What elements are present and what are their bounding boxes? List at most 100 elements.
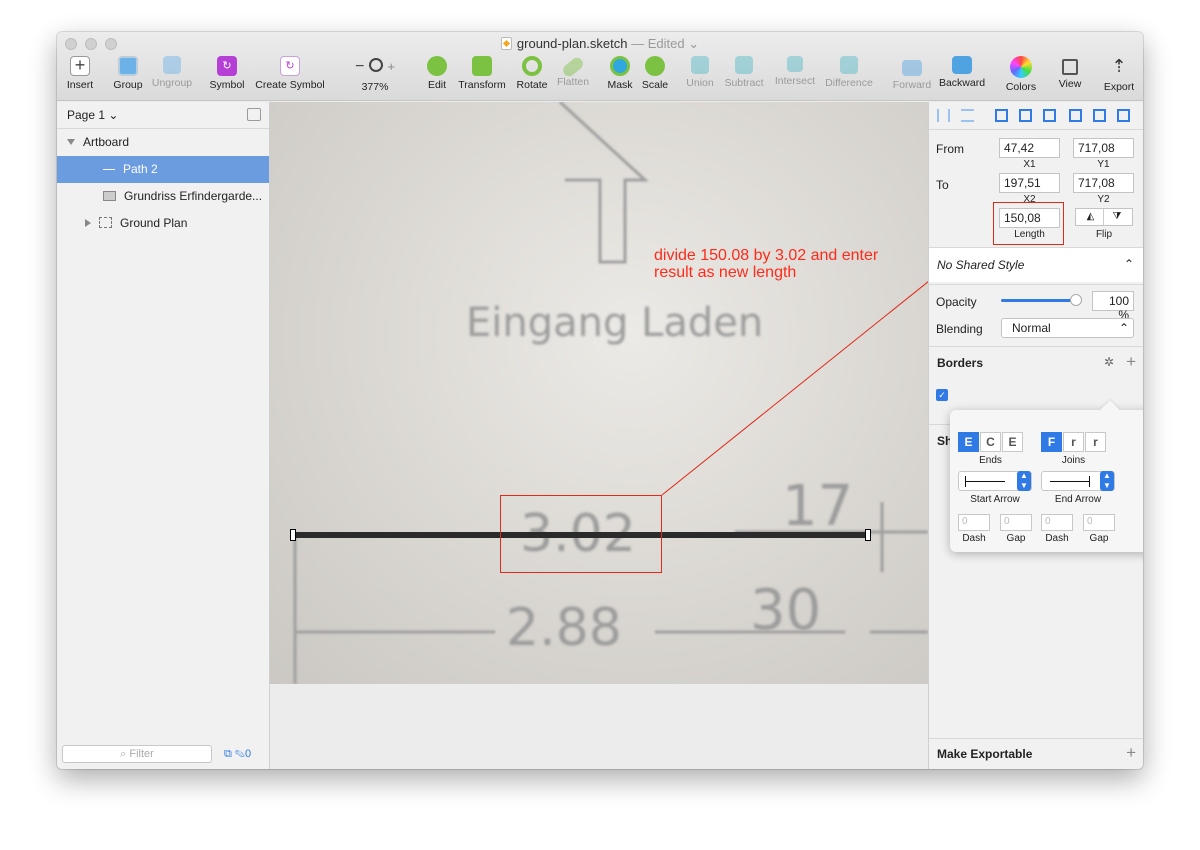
mask-icon: [610, 56, 630, 76]
subtract-icon: [735, 56, 753, 74]
symbol-button[interactable]: ↻ Symbol: [207, 56, 247, 91]
alignment-toolbar: [929, 102, 1143, 130]
page-selector[interactable]: Page 1 ⌄: [57, 102, 269, 129]
start-arrow-stepper[interactable]: ▲ ▼: [1017, 471, 1031, 491]
align-right-icon[interactable]: [1043, 109, 1056, 122]
end-arrow-line-icon: [1050, 481, 1090, 482]
transform-button[interactable]: Transform: [455, 56, 509, 91]
align-bottom-icon[interactable]: [1117, 109, 1130, 122]
distribute-vertical-icon[interactable]: [961, 109, 974, 122]
collapse-pages-button[interactable]: [247, 108, 261, 121]
align-top-icon[interactable]: [1069, 109, 1082, 122]
add-border-icon[interactable]: +: [1126, 352, 1136, 372]
ungroup-button[interactable]: Ungroup: [149, 56, 195, 89]
layer-label: Artboard: [83, 135, 130, 149]
insert-button[interactable]: + Insert: [63, 56, 97, 91]
flip-horizontal-icon[interactable]: ◭: [1078, 209, 1104, 225]
layer-filter-input[interactable]: ⌕ Filter: [62, 745, 212, 763]
zoom-control[interactable]: − + 377%: [347, 56, 403, 93]
dash-field-2[interactable]: 0: [1041, 514, 1073, 531]
chevron-updown-icon: ⌃: [1118, 321, 1129, 335]
mask-button[interactable]: Mask: [605, 56, 635, 91]
align-middle-icon[interactable]: [1093, 109, 1106, 122]
opacity-slider-knob[interactable]: [1070, 294, 1082, 306]
zoom-in-button[interactable]: +: [387, 59, 395, 74]
add-export-icon[interactable]: +: [1126, 743, 1136, 763]
round-end-icon[interactable]: C: [980, 432, 1001, 452]
disclosure-triangle-icon[interactable]: [67, 139, 75, 145]
x1-field[interactable]: 47,42: [999, 138, 1060, 158]
symbols-filter-icon[interactable]: ⧉: [224, 748, 232, 760]
canvas[interactable]: Eingang Laden 3.02 2.88 17 30 divide 150…: [270, 102, 928, 769]
sketch-document-icon: [500, 37, 512, 50]
edited-status[interactable]: — Edited ⌄: [631, 36, 699, 51]
blending-select[interactable]: Normal ⌃: [1001, 318, 1134, 338]
create-symbol-icon: ↻: [280, 56, 300, 76]
group-button[interactable]: Group: [109, 56, 147, 91]
align-center-icon[interactable]: [1019, 109, 1032, 122]
dash-field-1[interactable]: 0: [958, 514, 990, 531]
shared-style-selector[interactable]: No Shared Style ⌃: [929, 247, 1143, 282]
intersect-button[interactable]: Intersect: [771, 56, 819, 87]
round-join-icon[interactable]: r: [1063, 432, 1084, 452]
annotation-note: divide 150.08 by 3.02 and enter result a…: [654, 247, 879, 281]
edit-path-icon: [427, 56, 447, 76]
flip-vertical-icon[interactable]: ⧩: [1104, 209, 1130, 225]
edit-button[interactable]: Edit: [421, 56, 453, 91]
y1-field[interactable]: 717,08: [1073, 138, 1134, 158]
opacity-row: [929, 284, 1143, 285]
share-icon: ⇡: [1111, 56, 1127, 76]
view-button[interactable]: View: [1053, 56, 1087, 90]
difference-button[interactable]: Difference: [823, 56, 875, 89]
butt-end-icon[interactable]: E: [958, 432, 979, 452]
line-layer-icon: [103, 169, 115, 170]
color-wheel-icon: [1010, 56, 1032, 78]
layer-path-2[interactable]: Path 2: [57, 156, 269, 183]
joins-label: Joins: [1061, 455, 1086, 466]
slice-filter-icon[interactable]: ✎: [235, 748, 245, 760]
union-button[interactable]: Union: [683, 56, 717, 89]
document-name: ground-plan.sketch: [516, 36, 628, 51]
colors-button[interactable]: Colors: [1001, 56, 1041, 93]
rotate-button[interactable]: Rotate: [513, 56, 551, 91]
y2-field[interactable]: 717,08: [1073, 173, 1134, 193]
export-button[interactable]: ⇡ Export: [1101, 56, 1137, 93]
end-arrow-select[interactable]: ▲ ▼: [1041, 471, 1115, 491]
view-layout-icon: [1062, 59, 1078, 75]
align-left-icon[interactable]: [995, 109, 1008, 122]
layer-label: Ground Plan: [120, 216, 188, 230]
search-icon: ⌕: [120, 748, 127, 760]
zoom-out-button[interactable]: −: [355, 58, 364, 75]
bevel-join-icon[interactable]: r: [1085, 432, 1106, 452]
gap-field-2[interactable]: 0: [1083, 514, 1115, 531]
layer-list-sidebar: Page 1 ⌄ Artboard Path 2 Grundriss Erfin…: [57, 102, 270, 769]
filter-options[interactable]: ⧉ ✎0: [224, 748, 251, 761]
x2-field[interactable]: 197,51: [999, 173, 1060, 193]
backward-button[interactable]: Backward: [937, 56, 987, 89]
plus-icon: +: [70, 56, 90, 76]
border-enabled-checkbox[interactable]: ✓: [936, 389, 948, 401]
disclosure-triangle-icon[interactable]: [85, 219, 91, 227]
create-symbol-button[interactable]: ↻ Create Symbol: [253, 56, 327, 91]
scale-button[interactable]: Scale: [639, 56, 671, 91]
flatten-button[interactable]: Flatten: [553, 55, 593, 88]
start-arrow-tick-icon: [965, 476, 966, 487]
subtract-button[interactable]: Subtract: [721, 56, 767, 89]
end-arrow-stepper[interactable]: ▲ ▼: [1100, 471, 1114, 491]
forward-button[interactable]: Forward: [891, 56, 933, 91]
miter-join-icon[interactable]: F: [1041, 432, 1062, 452]
opacity-slider[interactable]: [1001, 294, 1082, 306]
gap-field-1[interactable]: 0: [1000, 514, 1032, 531]
gear-icon[interactable]: ✲: [1104, 355, 1114, 369]
layer-grundriss-image[interactable]: Grundriss Erfindergarde...: [57, 183, 269, 210]
sketch-window: ground-plan.sketch — Edited ⌄ + Insert G…: [57, 32, 1143, 769]
layer-ground-plan[interactable]: Ground Plan: [57, 210, 269, 237]
distribute-horizontal-icon[interactable]: [937, 109, 950, 122]
layer-artboard[interactable]: Artboard: [57, 129, 269, 156]
flip-label: Flip: [1095, 229, 1113, 240]
make-exportable-section: Make Exportable +: [929, 738, 1143, 769]
opacity-field[interactable]: 100 %: [1092, 291, 1134, 322]
start-arrow-select[interactable]: ▲ ▼: [958, 471, 1032, 491]
square-end-icon[interactable]: E: [1002, 432, 1023, 452]
opacity-label: Opacity: [936, 295, 977, 309]
